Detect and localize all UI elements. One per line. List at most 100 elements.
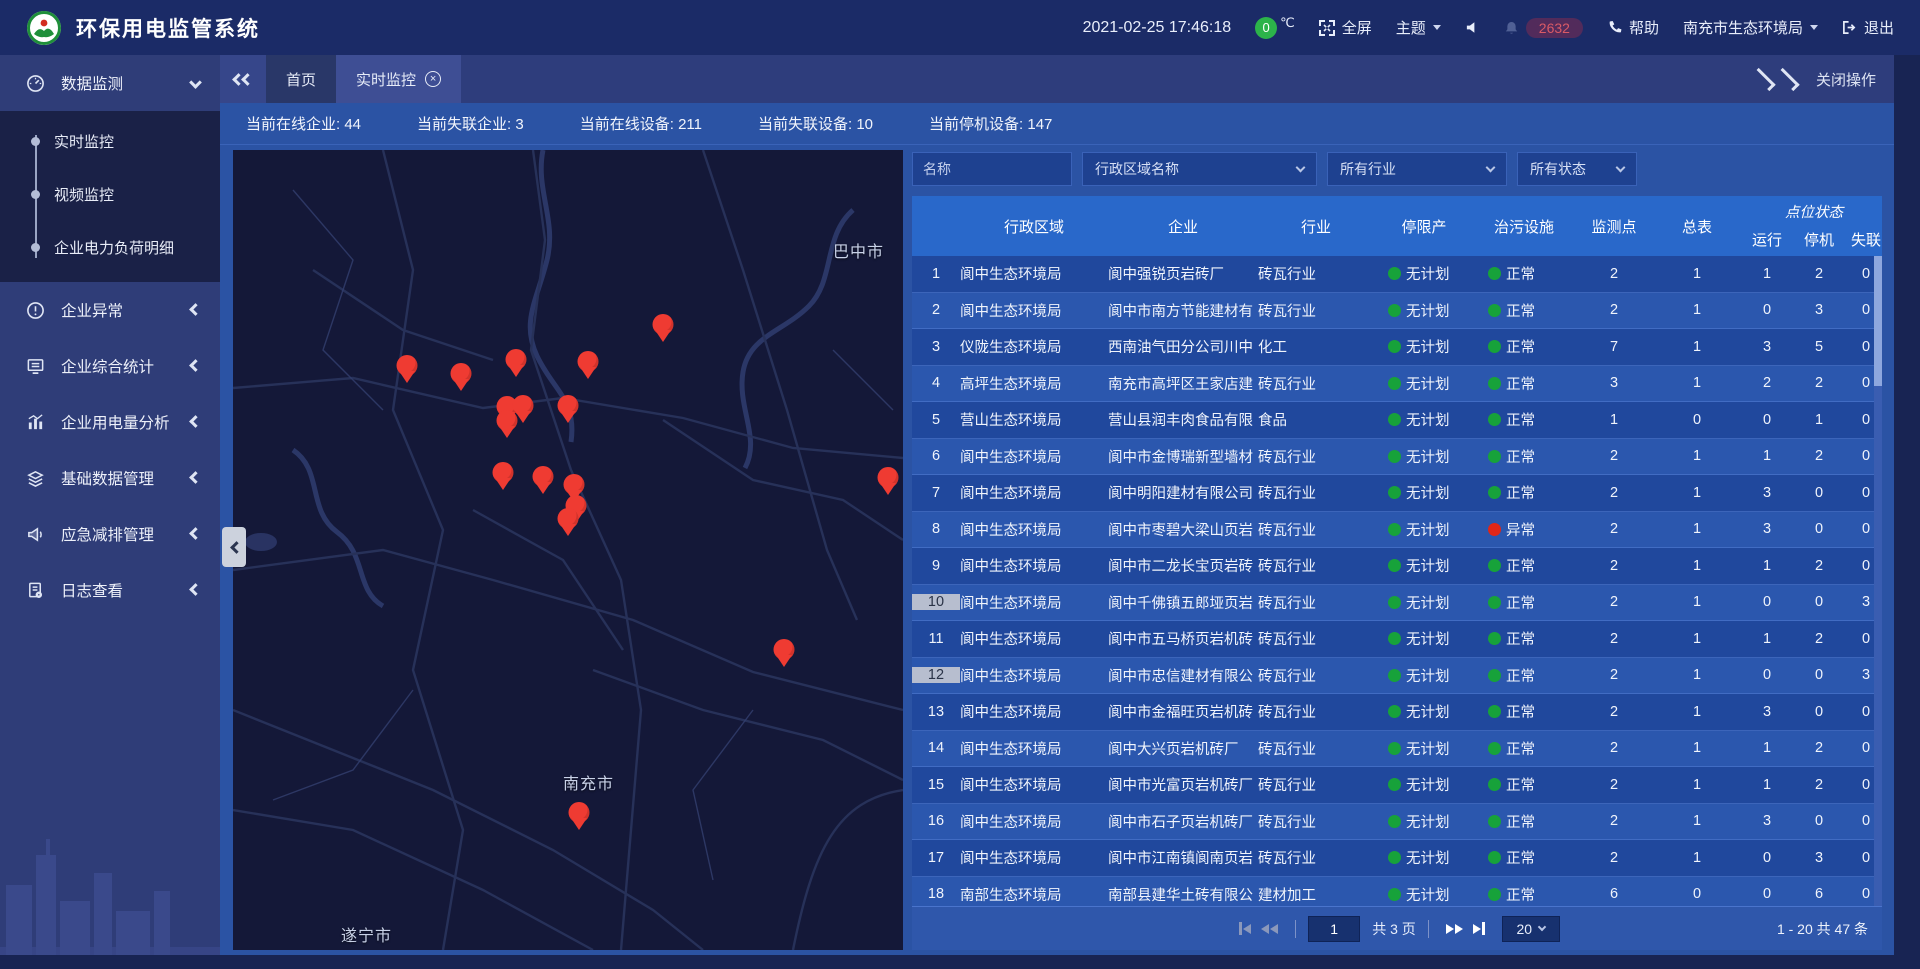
map-city-label: 巴中市: [833, 238, 884, 262]
chevron-down-icon: [1486, 163, 1496, 173]
sound-toggle-button[interactable]: [1465, 20, 1480, 35]
table-row[interactable]: 6 阆中生态环境局 阆中市金博瑞新型墙材 砖瓦行业 无计划 正常 2 1 1 2…: [912, 439, 1882, 476]
sidebar-item-layers[interactable]: 基础数据管理: [0, 450, 220, 506]
map-pin[interactable]: [496, 410, 518, 442]
chevron-down-icon: [191, 74, 200, 92]
page-number-input[interactable]: [1308, 916, 1360, 942]
status-dot-icon: [1488, 450, 1501, 463]
temperature-badge: 0: [1255, 17, 1277, 39]
notification-area[interactable]: 2632: [1504, 18, 1583, 38]
table-row[interactable]: 16 阆中生态环境局 阆中市石子页岩机砖厂 砖瓦行业 无计划 正常 2 1 3 …: [912, 804, 1882, 841]
map-pin[interactable]: [532, 466, 554, 498]
top-bar: 环保用电监管系统 2021-02-25 17:46:18 0 ℃ 全屏 主题: [0, 0, 1920, 55]
main-content: 当前在线企业: 44当前失联企业: 3当前在线设备: 211当前失联设备: 10…: [220, 103, 1894, 955]
close-operations-button[interactable]: 关闭操作: [1816, 69, 1876, 90]
map-pin[interactable]: [557, 508, 579, 540]
pagination-bar: 共 3 页 20 1 - 20 共 47 条: [912, 906, 1882, 950]
sidebar-item-chart[interactable]: 企业用电量分析: [0, 394, 220, 450]
tab-close-icon[interactable]: ×: [425, 71, 441, 87]
sidebar-item-stats[interactable]: 企业综合统计: [0, 338, 220, 394]
map-pin[interactable]: [557, 395, 579, 427]
table-row[interactable]: 2 阆中生态环境局 阆中市南方节能建材有 砖瓦行业 无计划 正常 2 1 0 3…: [912, 293, 1882, 330]
sidebar-item-megaphone[interactable]: 应急减排管理: [0, 506, 220, 562]
speaker-icon: [1465, 20, 1480, 35]
tab-home[interactable]: 首页: [266, 55, 336, 103]
status-dot-icon: [1388, 815, 1401, 828]
table-row[interactable]: 9 阆中生态环境局 阆中市二龙长宝页岩砖 砖瓦行业 无计划 正常 2 1 1 2…: [912, 548, 1882, 585]
status-dot-icon: [1488, 304, 1501, 317]
table-row[interactable]: 10 阆中生态环境局 阆中千佛镇五郎垭页岩 砖瓦行业 无计划 正常 2 1 0 …: [912, 585, 1882, 622]
prev-page-button[interactable]: [1261, 924, 1278, 934]
table-row[interactable]: 13 阆中生态环境局 阆中市金福旺页岩机砖 砖瓦行业 无计划 正常 2 1 3 …: [912, 694, 1882, 731]
sidebar-group: 企业用电量分析: [0, 394, 220, 450]
chevron-left-icon: [230, 541, 243, 554]
table-row[interactable]: 3 仪陇生态环境局 西南油气田分公司川中 化工 无计划 正常 7 1 3 5 0: [912, 329, 1882, 366]
table-row[interactable]: 8 阆中生态环境局 阆中市枣碧大梁山页岩 砖瓦行业 无计划 异常 2 1 3 0…: [912, 512, 1882, 549]
first-page-button[interactable]: [1239, 922, 1251, 935]
fullscreen-button[interactable]: 全屏: [1319, 17, 1372, 38]
sidebar-group: 日志查看: [0, 562, 220, 618]
industry-filter-select[interactable]: 所有行业: [1327, 152, 1507, 186]
map-pin[interactable]: [450, 363, 472, 395]
tabs-scroll-left-button[interactable]: [220, 55, 266, 103]
sidebar-group: 企业异常: [0, 282, 220, 338]
theme-menu[interactable]: 主题: [1396, 17, 1441, 38]
map-panel[interactable]: 巴中市南充市遂宁市: [233, 150, 903, 950]
table-row[interactable]: 1 阆中生态环境局 阆中强锐页岩砖厂 砖瓦行业 无计划 正常 2 1 1 2 0: [912, 256, 1882, 293]
sidebar-subitem-实时监控[interactable]: 实时监控: [0, 115, 220, 168]
sidebar-group: 应急减排管理: [0, 506, 220, 562]
double-chevron-right-icon[interactable]: [1752, 75, 1800, 84]
map-pin[interactable]: [773, 639, 795, 671]
sidebar-item-gauge[interactable]: 数据监测: [0, 55, 220, 111]
status-dot-icon: [1388, 596, 1401, 609]
sidebar-item-alert[interactable]: 企业异常: [0, 282, 220, 338]
status-dot-icon: [1388, 632, 1401, 645]
alert-icon: [26, 301, 48, 320]
megaphone-icon: [26, 525, 48, 544]
map-pin[interactable]: [568, 802, 590, 834]
map-pin[interactable]: [877, 467, 899, 499]
datetime-label: 2021-02-25 17:46:18: [1083, 19, 1232, 37]
map-pin[interactable]: [577, 351, 599, 383]
column-header-limit: 停限产: [1374, 196, 1474, 256]
sidebar-subitem-企业电力负荷明细[interactable]: 企业电力负荷明细: [0, 221, 220, 274]
status-dot-icon: [1488, 340, 1501, 353]
status-dot-icon: [1488, 669, 1501, 682]
table-row[interactable]: 4 高坪生态环境局 南充市高坪区王家店建 砖瓦行业 无计划 正常 3 1 2 2…: [912, 366, 1882, 403]
status-dot-icon: [1388, 267, 1401, 280]
sidebar-group: 基础数据管理: [0, 450, 220, 506]
scrollbar-thumb[interactable]: [1874, 256, 1882, 386]
table-row[interactable]: 14 阆中生态环境局 阆中大兴页岩机砖厂 砖瓦行业 无计划 正常 2 1 1 2…: [912, 731, 1882, 768]
tab-realtime-monitoring[interactable]: 实时监控 ×: [336, 55, 461, 103]
bullet-dot-icon: [31, 190, 40, 199]
sidebar-collapse-toggle[interactable]: [222, 527, 246, 567]
table-row[interactable]: 11 阆中生态环境局 阆中市五马桥页岩机砖 砖瓦行业 无计划 正常 2 1 1 …: [912, 621, 1882, 658]
stat-item: 当前失联企业: 3: [417, 113, 524, 134]
chevron-down-icon: [1810, 25, 1818, 34]
table-row[interactable]: 12 阆中生态环境局 阆中市忠信建材有限公 砖瓦行业 无计划 正常 2 1 0 …: [912, 658, 1882, 695]
status-dot-icon: [1388, 413, 1401, 426]
page-size-select[interactable]: 20: [1502, 916, 1560, 942]
name-filter-input[interactable]: [912, 152, 1072, 186]
sidebar-item-log[interactable]: 日志查看: [0, 562, 220, 618]
logout-button[interactable]: 退出: [1842, 17, 1894, 38]
table-row[interactable]: 18 南部生态环境局 南部县建华土砖有限公 建材加工 无计划 正常 6 0 0 …: [912, 877, 1882, 907]
sidebar-subitem-视频监控[interactable]: 视频监控: [0, 168, 220, 221]
chevron-down-icon: [1296, 163, 1306, 173]
table-row[interactable]: 17 阆中生态环境局 阆中市江南镇阆南页岩 砖瓦行业 无计划 正常 2 1 0 …: [912, 840, 1882, 877]
map-pin[interactable]: [652, 314, 674, 346]
map-pin[interactable]: [505, 349, 527, 381]
next-page-button[interactable]: [1446, 924, 1463, 934]
table-row[interactable]: 5 营山生态环境局 营山县润丰肉食品有限 食品 无计划 正常 1 0 0 1 0: [912, 402, 1882, 439]
map-pin[interactable]: [492, 462, 514, 494]
region-filter-select[interactable]: 行政区域名称: [1082, 152, 1317, 186]
status-filter-select[interactable]: 所有状态: [1517, 152, 1637, 186]
table-scrollbar[interactable]: [1874, 256, 1882, 906]
table-row[interactable]: 7 阆中生态环境局 阆中明阳建材有限公司 砖瓦行业 无计划 正常 2 1 3 0…: [912, 475, 1882, 512]
double-chevron-left-icon: [234, 75, 252, 84]
help-button[interactable]: 帮助: [1607, 17, 1659, 38]
user-org-menu[interactable]: 南充市生态环境局: [1683, 17, 1818, 38]
last-page-button[interactable]: [1473, 922, 1485, 935]
table-row[interactable]: 15 阆中生态环境局 阆中市光富页岩机砖厂 砖瓦行业 无计划 正常 2 1 1 …: [912, 767, 1882, 804]
map-pin[interactable]: [396, 355, 418, 387]
